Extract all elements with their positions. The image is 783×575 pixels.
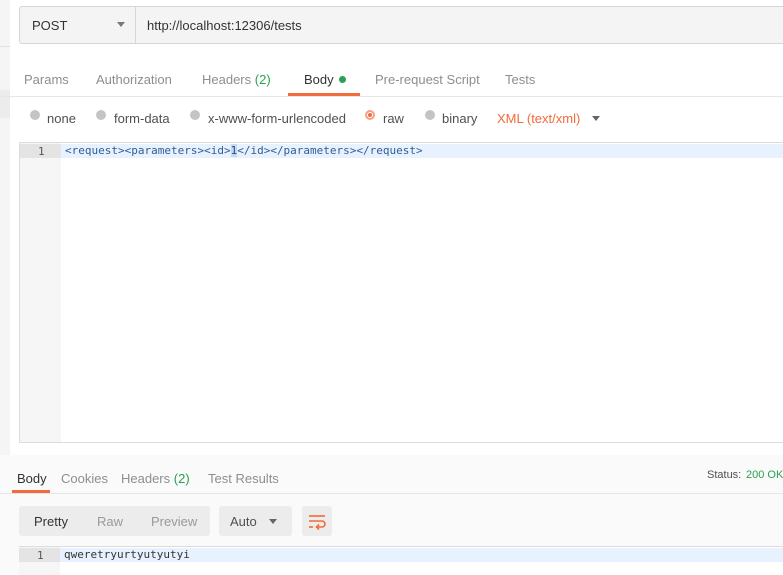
status-dot-icon	[338, 76, 346, 83]
response-tab-test-results[interactable]: Test Results	[208, 471, 279, 486]
radio-binary[interactable]	[425, 110, 435, 120]
request-body-editor[interactable]: 1 <request><parameters><id>1</id></param…	[19, 142, 783, 443]
divider	[0, 493, 783, 494]
response-code-line: qweretryurtyutyutyi	[64, 548, 190, 561]
radio-binary-label: binary	[442, 111, 478, 126]
headers-count: (2)	[254, 72, 271, 87]
wrap-lines-button[interactable]	[302, 506, 332, 536]
response-body-viewer[interactable]: 1 qweretryurtyutyutyi	[19, 546, 783, 575]
tab-params[interactable]: Params	[24, 72, 69, 87]
response-headers-label: Headers	[121, 471, 171, 486]
line-number: 1	[38, 145, 45, 158]
status-value: 200 OK	[746, 469, 783, 481]
tab-authorization[interactable]: Authorization	[96, 72, 172, 87]
tab-pre-request-script[interactable]: Pre-request Script	[375, 72, 480, 87]
tab-body[interactable]: Body	[304, 72, 346, 87]
radio-raw[interactable]	[365, 110, 375, 120]
chevron-down-icon	[117, 22, 125, 27]
tab-headers-label: Headers	[202, 72, 252, 87]
response-tab-body[interactable]: Body	[17, 471, 47, 486]
view-mode-group: Pretty Raw Preview	[19, 506, 210, 536]
format-label: Auto	[230, 514, 257, 529]
tab-tests[interactable]: Tests	[505, 72, 535, 87]
method-label: POST	[32, 18, 68, 33]
radio-form-data[interactable]	[96, 110, 106, 120]
format-select[interactable]: Auto	[219, 506, 292, 536]
radio-none-label: none	[47, 111, 76, 126]
radio-raw-label: raw	[383, 111, 404, 126]
editor-gutter	[20, 143, 61, 442]
code-after: </id></parameters></request>	[237, 144, 423, 157]
content-type-select[interactable]: XML (text/xml)	[497, 111, 580, 126]
response-line-number: 1	[37, 549, 44, 562]
view-preview-button[interactable]: Preview	[151, 514, 197, 529]
url-text: http://localhost:12306/tests	[147, 18, 302, 33]
code-before: <request><parameters><id>	[65, 144, 231, 157]
radio-urlencoded[interactable]	[190, 110, 200, 120]
wrap-icon	[309, 515, 326, 531]
radio-urlencoded-label: x-www-form-urlencoded	[208, 111, 346, 126]
code-line[interactable]: <request><parameters><id>1</id></paramet…	[65, 144, 423, 158]
url-input[interactable]: http://localhost:12306/tests	[135, 6, 783, 44]
radio-none[interactable]	[30, 110, 40, 120]
view-raw-button[interactable]: Raw	[97, 514, 123, 529]
view-pretty-button[interactable]: Pretty	[34, 514, 68, 529]
response-tab-headers[interactable]: Headers (2)	[121, 471, 190, 486]
chevron-down-icon	[269, 519, 277, 524]
response-headers-count: (2)	[173, 471, 190, 486]
chevron-down-icon[interactable]	[592, 116, 600, 121]
status-label: Status:	[707, 469, 742, 481]
tab-headers[interactable]: Headers (2)	[202, 72, 271, 87]
radio-form-data-label: form-data	[114, 111, 170, 126]
response-tab-cookies[interactable]: Cookies	[61, 471, 108, 486]
tab-body-label: Body	[304, 72, 334, 87]
method-select[interactable]: POST	[19, 6, 135, 44]
divider	[0, 96, 783, 97]
